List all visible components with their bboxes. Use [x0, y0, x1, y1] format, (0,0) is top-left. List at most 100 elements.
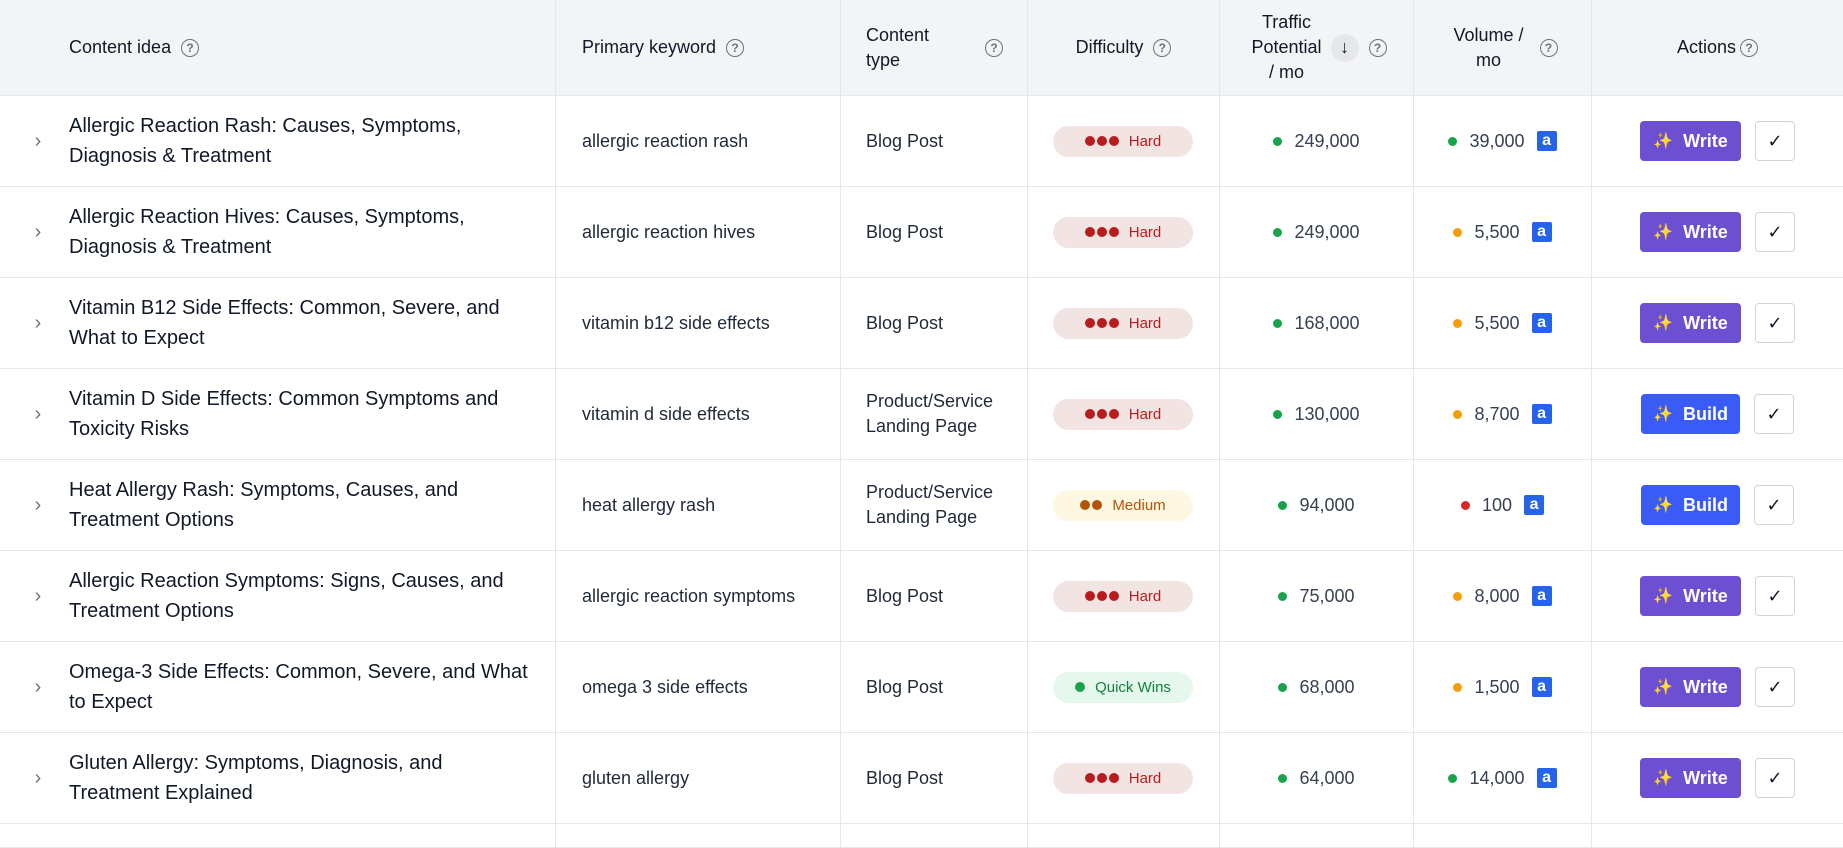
table-row[interactable]: › Allergic Reaction Hives: Causes, Sympt… [0, 187, 1843, 278]
content-type-text: Product/Service Landing Page [866, 482, 994, 527]
cell-content-idea: › Gluten Allergy: Symptoms, Diagnosis, a… [0, 733, 556, 823]
sort-descending-icon[interactable]: ↓ [1330, 33, 1359, 62]
cell-primary-keyword: vitamin b12 side effects [556, 278, 841, 368]
column-header-difficulty[interactable]: Difficulty ? [1028, 0, 1220, 95]
sparkle-icon: ✨ [1653, 497, 1673, 514]
column-header-volume[interactable]: Volume / mo ? [1414, 0, 1592, 95]
amazon-icon[interactable]: a [1536, 131, 1557, 151]
primary-keyword-text: allergic reaction hives [582, 221, 756, 242]
difficulty-dot [1108, 318, 1119, 328]
difficulty-dot [1080, 500, 1091, 510]
help-icon[interactable]: ? [1368, 38, 1387, 57]
cell-content-idea: › Allergic Reaction Hives: Causes, Sympt… [0, 187, 556, 277]
cell-volume: 100 a [1414, 460, 1592, 550]
write-button[interactable]: ✨ Write [1640, 576, 1741, 616]
chevron-right-icon[interactable]: › [30, 312, 46, 335]
help-icon[interactable]: ? [726, 38, 745, 57]
column-header-label: Difficulty [1075, 37, 1144, 57]
amazon-icon[interactable]: a [1531, 313, 1552, 333]
difficulty-label: Hard [1128, 769, 1162, 787]
help-icon[interactable]: ? [1740, 38, 1759, 57]
column-header-content-idea[interactable]: Content idea ? [0, 0, 556, 95]
cell-content-type: Blog Post [841, 96, 1028, 186]
help-icon[interactable]: ? [1539, 38, 1558, 57]
volume-value: 1,500 [1474, 676, 1520, 697]
table-row[interactable]: › Allergic Reaction Symptoms: Signs, Cau… [0, 551, 1843, 642]
table-row[interactable]: › Vitamin B12 Side Effects: Common, Seve… [0, 278, 1843, 369]
write-button[interactable]: ✨ Write [1640, 121, 1741, 161]
difficulty-dot [1096, 227, 1107, 237]
column-header-label: Content idea [69, 37, 172, 57]
partial-cell [0, 824, 556, 847]
checkmark-icon[interactable]: ✓ [1755, 121, 1795, 161]
chevron-right-icon[interactable]: › [30, 585, 46, 608]
help-icon[interactable]: ? [1153, 38, 1172, 57]
cell-content-idea: › Heat Allergy Rash: Symptoms, Causes, a… [0, 460, 556, 550]
table-row[interactable]: › Heat Allergy Rash: Symptoms, Causes, a… [0, 460, 1843, 551]
traffic-status-dot [1273, 409, 1283, 419]
amazon-icon[interactable]: a [1531, 404, 1552, 424]
content-idea-text: Allergic Reaction Symptoms: Signs, Cause… [69, 570, 504, 622]
cell-content-type: Blog Post [841, 733, 1028, 823]
table-row[interactable]: › Omega-3 Side Effects: Common, Severe, … [0, 642, 1843, 733]
chevron-right-icon[interactable]: › [30, 767, 46, 790]
write-button[interactable]: ✨ Write [1640, 758, 1741, 798]
checkmark-icon[interactable]: ✓ [1755, 303, 1795, 343]
checkmark-icon[interactable]: ✓ [1755, 576, 1795, 616]
table-row[interactable]: › Allergic Reaction Rash: Causes, Sympto… [0, 96, 1843, 187]
amazon-icon[interactable]: a [1531, 677, 1552, 697]
difficulty-label: Hard [1128, 132, 1162, 150]
content-idea-text: Allergic Reaction Hives: Causes, Symptom… [69, 206, 465, 258]
difficulty-badge: Hard [1053, 398, 1193, 430]
chevron-right-icon[interactable]: › [30, 130, 46, 153]
difficulty-dot [1096, 318, 1107, 328]
write-button[interactable]: ✨ Write [1640, 212, 1741, 252]
difficulty-badge: Medium [1053, 489, 1193, 521]
sparkle-icon: ✨ [1653, 770, 1674, 787]
column-header-primary-keyword[interactable]: Primary keyword ? [556, 0, 841, 95]
sparkle-icon: ✨ [1653, 588, 1674, 605]
cell-volume: 8,700 a [1414, 369, 1592, 459]
difficulty-label: Hard [1128, 314, 1162, 332]
sparkle-icon: ✨ [1653, 133, 1674, 150]
checkmark-icon[interactable]: ✓ [1755, 212, 1795, 252]
column-header-content-type[interactable]: Content type ? [841, 0, 1028, 95]
table-row[interactable]: › Gluten Allergy: Symptoms, Diagnosis, a… [0, 733, 1843, 824]
difficulty-dot [1108, 136, 1119, 146]
column-header-traffic-potential[interactable]: Traffic Potential / mo ↓ ? [1220, 0, 1414, 95]
build-button[interactable]: ✨ Build [1641, 485, 1740, 525]
cell-traffic-potential: 94,000 [1220, 460, 1414, 550]
sparkle-icon: ✨ [1653, 315, 1674, 332]
checkmark-icon[interactable]: ✓ [1754, 394, 1794, 434]
difficulty-dot [1075, 682, 1086, 692]
content-idea-text: Omega-3 Side Effects: Common, Severe, an… [69, 661, 528, 713]
chevron-right-icon[interactable]: › [30, 494, 46, 517]
checkmark-icon[interactable]: ✓ [1755, 667, 1795, 707]
build-button[interactable]: ✨ Build [1641, 394, 1740, 434]
cell-content-type: Blog Post [841, 187, 1028, 277]
difficulty-dots [1084, 136, 1121, 146]
action-button-label: Write [1683, 221, 1728, 242]
help-icon[interactable]: ? [181, 38, 200, 57]
traffic-status-dot [1278, 682, 1288, 692]
content-idea-text: Allergic Reaction Rash: Causes, Symptoms… [69, 115, 462, 167]
traffic-value: 75,000 [1299, 585, 1355, 606]
chevron-right-icon[interactable]: › [30, 221, 46, 244]
write-button[interactable]: ✨ Write [1640, 303, 1741, 343]
difficulty-badge: Quick Wins [1053, 671, 1193, 703]
cell-primary-keyword: allergic reaction symptoms [556, 551, 841, 641]
checkmark-icon[interactable]: ✓ [1755, 758, 1795, 798]
amazon-icon[interactable]: a [1531, 222, 1552, 242]
help-icon[interactable]: ? [985, 38, 1003, 57]
amazon-icon[interactable]: a [1536, 768, 1557, 788]
cell-content-idea: › Vitamin D Side Effects: Common Symptom… [0, 369, 556, 459]
cell-content-idea: › Omega-3 Side Effects: Common, Severe, … [0, 642, 556, 732]
difficulty-dot [1096, 773, 1107, 783]
write-button[interactable]: ✨ Write [1640, 667, 1741, 707]
amazon-icon[interactable]: a [1531, 586, 1552, 606]
chevron-right-icon[interactable]: › [30, 676, 46, 699]
table-row[interactable]: › Vitamin D Side Effects: Common Symptom… [0, 369, 1843, 460]
amazon-icon[interactable]: a [1524, 495, 1545, 515]
checkmark-icon[interactable]: ✓ [1754, 485, 1794, 525]
chevron-right-icon[interactable]: › [30, 403, 46, 426]
